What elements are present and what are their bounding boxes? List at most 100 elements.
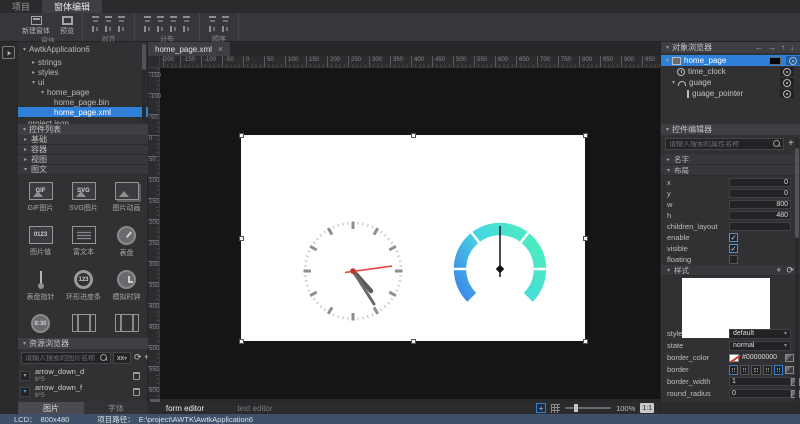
scrollbar-thumb[interactable] bbox=[795, 148, 799, 238]
visibility-toggle[interactable] bbox=[780, 89, 794, 98]
add-style-icon[interactable]: + bbox=[776, 266, 781, 275]
close-icon[interactable]: × bbox=[218, 44, 223, 54]
border-bottom-button[interactable] bbox=[763, 365, 772, 375]
tree-item-root[interactable]: ▾ AwtkApplication6 bbox=[18, 44, 144, 54]
widget-list-view[interactable] bbox=[105, 314, 148, 332]
move-left-icon[interactable]: ← bbox=[754, 43, 764, 52]
tree-item-home-page-bin[interactable]: home_page.bin bbox=[18, 97, 144, 107]
tree-scrollbar-thumb[interactable] bbox=[142, 44, 146, 70]
new-form-button[interactable]: 新建窗体 bbox=[22, 14, 50, 36]
handle-n[interactable] bbox=[411, 133, 416, 138]
dist-bottom-icon[interactable] bbox=[169, 15, 178, 23]
handle-nw[interactable] bbox=[239, 133, 244, 138]
zoom-reset-button[interactable]: 1:1 bbox=[640, 403, 654, 413]
move-mode-button[interactable]: + bbox=[536, 403, 546, 413]
align-vcenter-icon[interactable] bbox=[104, 15, 113, 23]
dist-hspace-icon[interactable] bbox=[182, 25, 191, 33]
align-right-icon[interactable] bbox=[117, 25, 126, 33]
zoom-slider[interactable] bbox=[565, 407, 611, 409]
widget-digital-clock[interactable]: 8:30 bbox=[19, 314, 62, 333]
resource-filter-select[interactable]: xx ▾ bbox=[113, 352, 131, 364]
handle-se[interactable] bbox=[583, 339, 588, 344]
expander-icon[interactable]: ▾ bbox=[23, 46, 26, 53]
move-down-icon[interactable]: ↓ bbox=[789, 43, 795, 52]
border-left-button[interactable] bbox=[729, 365, 738, 375]
style-select[interactable]: default ▾ bbox=[729, 329, 791, 339]
tab-form-editor[interactable]: form editor bbox=[148, 402, 222, 414]
resource-browser-header[interactable]: ▾ 资源浏览器 bbox=[18, 338, 148, 349]
style-inherit-icon[interactable] bbox=[785, 366, 794, 374]
dist-top-icon[interactable] bbox=[143, 15, 152, 23]
widget-gauge-pointer[interactable]: 表盘指针 bbox=[19, 270, 62, 302]
visibility-toggle[interactable] bbox=[780, 67, 794, 76]
dist-vcenter-icon[interactable] bbox=[156, 15, 165, 23]
state-select[interactable]: normal ▾ bbox=[729, 341, 791, 351]
border-width-input[interactable] bbox=[729, 377, 791, 386]
prop-x-input[interactable] bbox=[729, 178, 791, 187]
tree-item-styles[interactable]: ▸ styles bbox=[18, 67, 144, 77]
object-item-guage-pointer[interactable]: guage_pointer bbox=[661, 88, 794, 99]
visibility-toggle[interactable] bbox=[786, 56, 800, 65]
bring-forward-icon[interactable] bbox=[208, 25, 217, 33]
section-name[interactable]: ▸ 名字 bbox=[661, 154, 800, 165]
move-right-icon[interactable]: → bbox=[767, 43, 777, 52]
prop-w-input[interactable] bbox=[729, 200, 791, 209]
time-clock-widget[interactable] bbox=[303, 221, 403, 321]
refresh-style-icon[interactable]: ⟳ bbox=[786, 266, 794, 275]
expander-icon[interactable]: ▾ bbox=[32, 79, 35, 86]
preview-button[interactable]: 预览 bbox=[60, 14, 74, 36]
move-up-icon[interactable]: ↑ bbox=[780, 43, 786, 52]
dist-vspace-icon[interactable] bbox=[182, 15, 191, 23]
menu-tab-form-edit[interactable]: 窗体编辑 bbox=[42, 0, 102, 13]
handle-w[interactable] bbox=[239, 236, 244, 241]
border-right-button[interactable] bbox=[751, 365, 760, 375]
widget-gauge[interactable]: 表盘 bbox=[105, 226, 148, 258]
prop-children-layout-input[interactable] bbox=[729, 222, 791, 231]
floating-checkbox[interactable]: ✓ bbox=[729, 255, 738, 264]
resource-item-arrow-down-d[interactable]: ▾ arrow_down_d 6*5 bbox=[20, 368, 146, 383]
bring-front-icon[interactable] bbox=[208, 15, 217, 23]
prop-h-input[interactable] bbox=[729, 211, 791, 220]
align-left-icon[interactable] bbox=[91, 25, 100, 33]
visibility-toggle[interactable] bbox=[780, 78, 794, 87]
object-item-guage[interactable]: ▾ guage bbox=[661, 77, 794, 88]
widget-image-value[interactable]: 0123 图片值 bbox=[19, 226, 62, 257]
prop-y-input[interactable] bbox=[729, 189, 791, 198]
handle-s[interactable] bbox=[411, 339, 416, 344]
tab-fonts[interactable]: 字体 bbox=[84, 402, 148, 414]
widget-circle-progress[interactable]: 123 环形进度条 bbox=[62, 270, 105, 302]
expander-icon[interactable]: ▾ bbox=[41, 89, 44, 96]
border-all-button[interactable] bbox=[774, 365, 783, 375]
tree-item-home-page-xml[interactable]: home_page.xml bbox=[18, 107, 148, 117]
widget-image-animation[interactable]: 图片动画 bbox=[105, 182, 148, 213]
align-hcenter-icon[interactable] bbox=[104, 25, 113, 33]
tree-item-home-page[interactable]: ▾ home_page bbox=[18, 87, 144, 97]
tab-images[interactable]: 图片 bbox=[18, 402, 84, 414]
grid-toggle-icon[interactable] bbox=[551, 404, 560, 413]
dist-right-icon[interactable] bbox=[169, 25, 178, 33]
style-inherit-icon[interactable] bbox=[785, 354, 794, 362]
send-backward-icon[interactable] bbox=[221, 25, 230, 33]
resource-item-arrow-down-f[interactable]: ▾ arrow_down_f 6*5 bbox=[20, 384, 146, 399]
handle-e[interactable] bbox=[583, 236, 588, 241]
property-scrollbar[interactable] bbox=[795, 138, 799, 414]
visible-checkbox[interactable]: ✓ bbox=[729, 244, 738, 253]
tab-text-editor[interactable]: text editor bbox=[222, 402, 288, 414]
object-item-time-clock[interactable]: time_clock bbox=[661, 66, 794, 77]
dist-hcenter-icon[interactable] bbox=[156, 25, 165, 33]
widget-vertical-text[interactable] bbox=[62, 314, 105, 332]
object-browser-header[interactable]: ▾ 对象浏览器 ← → ↑ ↓ bbox=[661, 42, 800, 53]
expander-icon[interactable]: ▸ bbox=[32, 69, 35, 76]
border-top-button[interactable] bbox=[740, 365, 749, 375]
select-tool-button[interactable]: ➤ bbox=[2, 46, 15, 59]
tab-home-page-xml[interactable]: home_page.xml × bbox=[148, 42, 230, 56]
handle-sw[interactable] bbox=[239, 339, 244, 344]
align-bottom-icon[interactable] bbox=[117, 15, 126, 23]
property-editor-header[interactable]: ▾ 控件编辑器 bbox=[661, 124, 800, 135]
dist-left-icon[interactable] bbox=[143, 25, 152, 33]
resource-search-input[interactable] bbox=[22, 355, 100, 362]
property-search-input[interactable] bbox=[666, 141, 773, 148]
expander-icon[interactable]: ▾ bbox=[666, 57, 669, 64]
category-imagetext[interactable]: ▾ 图文 bbox=[18, 165, 148, 175]
align-top-icon[interactable] bbox=[91, 15, 100, 23]
